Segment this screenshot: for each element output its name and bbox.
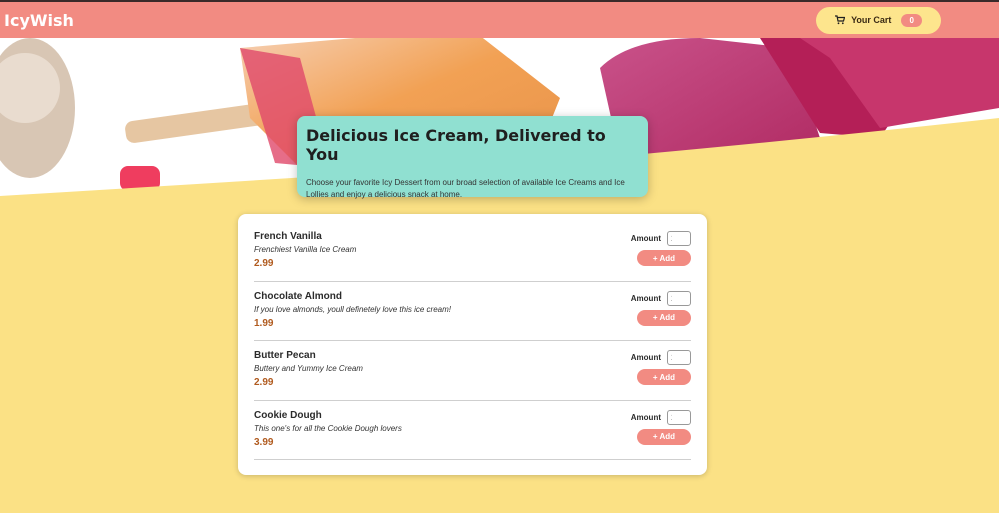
amount-input[interactable] xyxy=(667,290,691,306)
item-name: French Vanilla xyxy=(254,231,322,242)
amount-label: Amount xyxy=(630,234,661,243)
item-description: This one's for all the Cookie Dough love… xyxy=(254,423,402,433)
add-button[interactable]: + Add xyxy=(637,250,691,266)
cart-label: Your Cart xyxy=(851,15,892,25)
item-price: 1.99 xyxy=(254,317,274,329)
amount-input[interactable] xyxy=(667,409,691,425)
menu-item-butter-pecan: Butter Pecan Buttery and Yummy Ice Cream… xyxy=(254,341,691,401)
item-name: Cookie Dough xyxy=(254,409,322,421)
banner-title: Delicious Ice Cream, Delivered to You xyxy=(306,126,606,164)
cart-count-badge: 0 xyxy=(901,13,922,27)
item-price: 2.99 xyxy=(254,258,274,269)
item-description: If you love almonds, youll definetely lo… xyxy=(254,304,451,314)
cart-button[interactable]: Your Cart 0 xyxy=(816,6,941,34)
menu-item-cookie-dough: Cookie Dough This one's for all the Cook… xyxy=(254,401,691,460)
amount-input[interactable] xyxy=(667,350,691,365)
amount-input[interactable] xyxy=(667,231,691,246)
add-button[interactable]: + Add xyxy=(637,428,691,445)
amount-label: Amount xyxy=(630,353,661,362)
add-button[interactable]: + Add xyxy=(637,309,691,326)
amount-label: Amount xyxy=(630,293,661,303)
banner-text: Choose your favorite Icy Dessert from ou… xyxy=(306,178,625,199)
menu-item-chocolate-almond: Chocolate Almond If you love almonds, yo… xyxy=(254,282,691,341)
top-header: IcyWish Your Cart 0 xyxy=(0,0,999,38)
item-price: 3.99 xyxy=(254,436,274,448)
item-price: 2.99 xyxy=(254,377,274,388)
amount-label: Amount xyxy=(630,412,661,422)
item-description: Buttery and Yummy Ice Cream xyxy=(254,364,363,373)
hero-banner: Delicious Ice Cream, Delivered to You Ch… xyxy=(297,116,648,199)
app-logo[interactable]: IcyWish xyxy=(4,11,74,30)
item-name: Butter Pecan xyxy=(254,350,316,361)
item-name: Chocolate Almond xyxy=(254,290,342,302)
cart-icon xyxy=(835,15,846,25)
add-button[interactable]: + Add xyxy=(637,369,691,385)
menu-card: French Vanilla Frenchiest Vanilla Ice Cr… xyxy=(238,214,707,475)
menu-item-french-vanilla: French Vanilla Frenchiest Vanilla Ice Cr… xyxy=(254,222,691,282)
item-description: Frenchiest Vanilla Ice Cream xyxy=(254,245,357,254)
